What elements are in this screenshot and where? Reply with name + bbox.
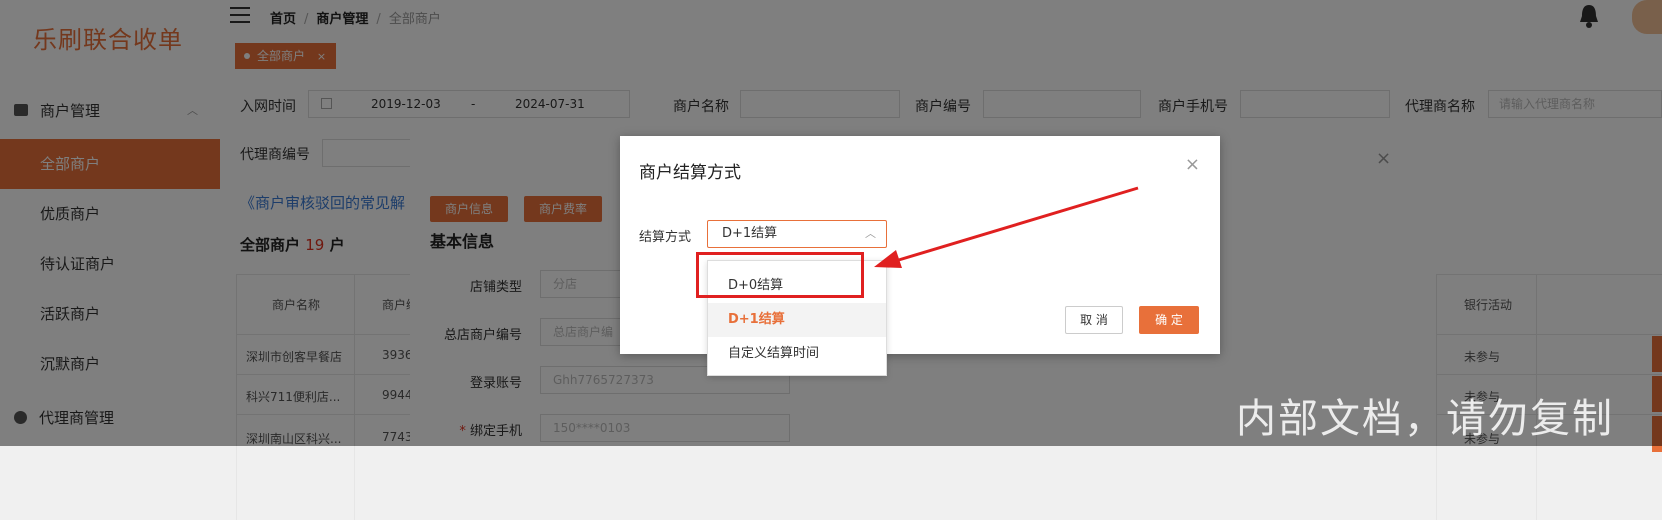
watermark-text: 内部文档，请勿复制 xyxy=(1236,396,1614,442)
annotation-arrow xyxy=(874,186,1139,268)
